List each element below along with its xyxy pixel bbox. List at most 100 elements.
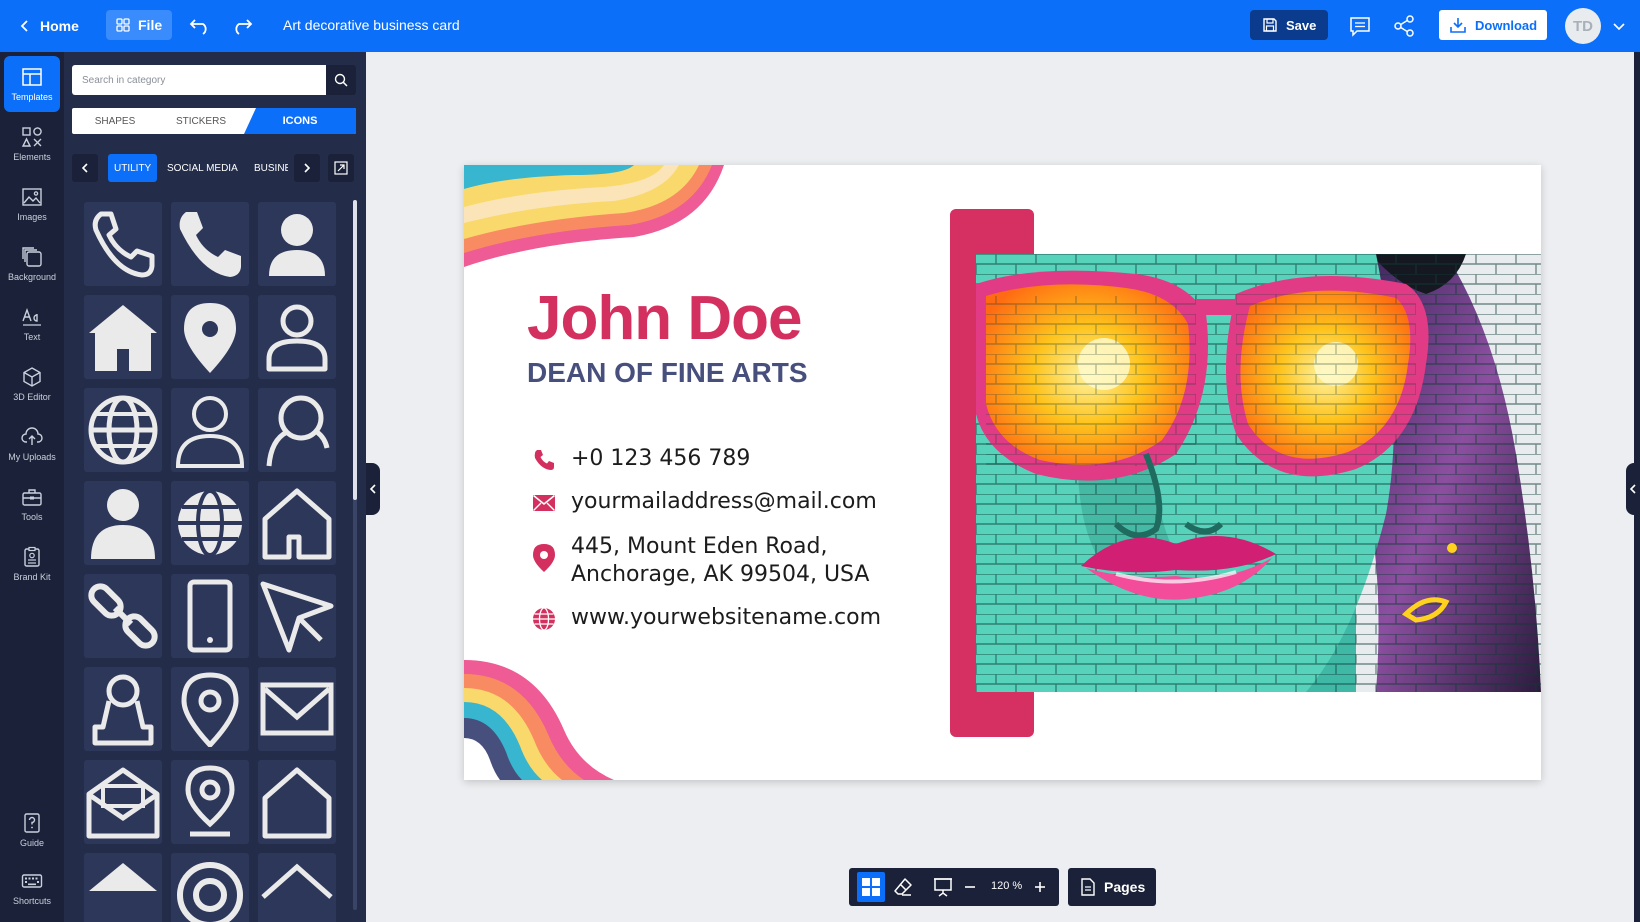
presentation-icon bbox=[934, 878, 952, 897]
rail-item-brand-kit[interactable]: Brand Kit bbox=[4, 536, 60, 592]
rail-item-background[interactable]: Background bbox=[4, 236, 60, 292]
home-outline-icon bbox=[262, 488, 332, 560]
zoom-out-button[interactable] bbox=[959, 872, 981, 902]
card-name[interactable]: John Doe bbox=[527, 283, 802, 354]
home-button[interactable]: Home bbox=[18, 12, 79, 40]
business-card-canvas[interactable]: John Doe DEAN OF FINE ARTS +0 123 456 78… bbox=[464, 165, 1541, 780]
icon-tile[interactable] bbox=[258, 481, 336, 565]
card-job-title[interactable]: DEAN OF FINE ARTS bbox=[527, 357, 808, 389]
chevron-left-icon bbox=[20, 20, 28, 32]
share-button[interactable] bbox=[1390, 12, 1418, 40]
grid-view-icon bbox=[862, 878, 880, 896]
present-button[interactable] bbox=[929, 872, 957, 902]
user-solid-icon bbox=[269, 214, 325, 276]
expand-category-button[interactable] bbox=[328, 154, 354, 182]
rail-label: My Uploads bbox=[8, 452, 56, 462]
user-avatar[interactable]: TD bbox=[1565, 8, 1601, 44]
top-bar: Home File Art decorative business card S… bbox=[0, 0, 1640, 52]
category-next-button[interactable] bbox=[294, 154, 320, 182]
zoom-in-button[interactable] bbox=[1029, 872, 1051, 902]
rail-item-images[interactable]: Images bbox=[4, 176, 60, 232]
category-utility[interactable]: UTILITY bbox=[108, 154, 158, 182]
file-label: File bbox=[138, 17, 163, 33]
icon-tile[interactable] bbox=[84, 295, 162, 379]
brand-kit-icon bbox=[24, 546, 40, 567]
rail-item-text[interactable]: Text bbox=[4, 296, 60, 352]
chevron-left-icon bbox=[369, 484, 376, 494]
eraser-button[interactable] bbox=[889, 872, 917, 902]
rail-label: Elements bbox=[13, 152, 51, 162]
rail-item-shortcuts[interactable]: Shortcuts bbox=[4, 860, 60, 916]
panel-scrollbar-thumb[interactable] bbox=[353, 200, 357, 500]
rail-item-elements[interactable]: Elements bbox=[4, 116, 60, 172]
card-website[interactable]: www.yourwebsitename.com bbox=[571, 604, 881, 632]
icon-tile[interactable] bbox=[258, 760, 336, 844]
save-button[interactable]: Save bbox=[1250, 10, 1329, 40]
category-prev-button[interactable] bbox=[72, 154, 98, 182]
grid-icon bbox=[116, 18, 130, 32]
pages-button[interactable]: Pages bbox=[1068, 868, 1156, 906]
card-phone[interactable]: +0 123 456 789 bbox=[571, 445, 750, 473]
icon-tile[interactable] bbox=[171, 574, 249, 658]
icon-tile[interactable] bbox=[84, 760, 162, 844]
home-roof-icon bbox=[89, 863, 157, 891]
category-search-input[interactable] bbox=[72, 65, 326, 95]
icon-tile[interactable] bbox=[258, 295, 336, 379]
graffiti-face-image bbox=[976, 254, 1541, 692]
globe-outline-icon bbox=[88, 395, 158, 465]
target-icon bbox=[177, 862, 243, 922]
expand-right-panel-button[interactable] bbox=[1626, 463, 1640, 515]
icon-tile[interactable] bbox=[171, 295, 249, 379]
user-bust-icon bbox=[92, 674, 154, 746]
icon-tile[interactable] bbox=[258, 667, 336, 751]
icon-tile[interactable] bbox=[258, 202, 336, 286]
category-business[interactable]: BUSINESS bbox=[254, 154, 288, 182]
graffiti-photo[interactable] bbox=[976, 254, 1541, 692]
account-menu-toggle[interactable] bbox=[1609, 16, 1629, 36]
icon-tile[interactable] bbox=[171, 202, 249, 286]
icon-tile[interactable] bbox=[171, 481, 249, 565]
file-menu-button[interactable]: File bbox=[106, 10, 173, 40]
icon-tile[interactable] bbox=[171, 760, 249, 844]
redo-button[interactable] bbox=[228, 12, 256, 40]
icon-tile[interactable] bbox=[258, 574, 336, 658]
icon-tile[interactable] bbox=[171, 667, 249, 751]
icon-tile[interactable] bbox=[258, 853, 336, 922]
toolbox-icon bbox=[22, 489, 42, 506]
category-social-media[interactable]: SOCIAL MEDIA bbox=[167, 154, 238, 182]
tab-shapes[interactable]: SHAPES bbox=[72, 108, 158, 134]
icon-tile[interactable] bbox=[171, 388, 249, 472]
rail-item-3d-editor[interactable]: 3D Editor bbox=[4, 356, 60, 412]
tab-icons[interactable]: ICONS bbox=[244, 108, 356, 134]
tab-stickers[interactable]: STICKERS bbox=[158, 108, 244, 134]
grid-view-button[interactable] bbox=[857, 872, 885, 902]
icon-tile[interactable] bbox=[84, 667, 162, 751]
icon-tile[interactable] bbox=[84, 388, 162, 472]
comments-button[interactable] bbox=[1346, 12, 1374, 40]
pages-label: Pages bbox=[1104, 879, 1146, 895]
background-icon bbox=[22, 247, 42, 267]
icon-tile[interactable] bbox=[171, 853, 249, 922]
icon-tile[interactable] bbox=[84, 574, 162, 658]
rail-label: Shortcuts bbox=[12, 896, 52, 906]
mobile-icon bbox=[187, 579, 233, 653]
rail-item-templates[interactable]: Templates bbox=[4, 56, 60, 112]
collapse-panel-button[interactable] bbox=[366, 463, 380, 515]
icon-tile[interactable] bbox=[258, 388, 336, 472]
card-address-line1[interactable]: 445, Mount Eden Road, bbox=[571, 533, 827, 561]
icon-tile[interactable] bbox=[84, 481, 162, 565]
card-address-line2[interactable]: Anchorage, AK 99504, USA bbox=[571, 561, 869, 589]
plus-icon bbox=[1035, 882, 1045, 892]
rail-item-guide[interactable]: Guide bbox=[4, 802, 60, 858]
card-email[interactable]: yourmailaddress@mail.com bbox=[571, 488, 877, 516]
search-button[interactable] bbox=[326, 65, 356, 95]
document-title[interactable]: Art decorative business card bbox=[283, 17, 460, 33]
undo-button[interactable] bbox=[186, 12, 214, 40]
rail-item-tools[interactable]: Tools bbox=[4, 476, 60, 532]
zoom-level[interactable]: 120 % bbox=[991, 880, 1022, 892]
icon-tile[interactable] bbox=[84, 853, 162, 922]
rail-item-my-uploads[interactable]: My Uploads bbox=[4, 416, 60, 472]
download-button[interactable]: Download bbox=[1439, 10, 1548, 40]
icon-tile[interactable] bbox=[84, 202, 162, 286]
rail-label: Templates bbox=[11, 92, 53, 102]
